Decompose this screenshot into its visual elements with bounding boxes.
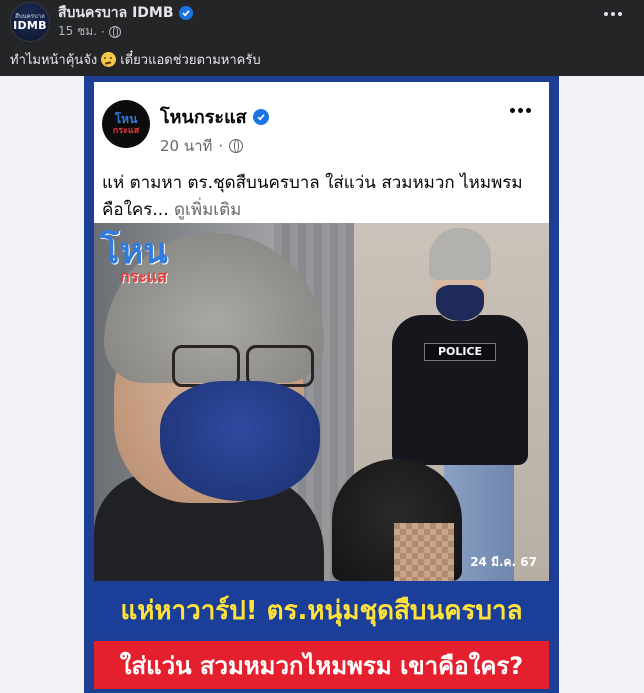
subheadline-banner: ใส่แว่น สวมหมวกไหมพรม เขาคือใคร? <box>94 641 549 689</box>
more-options-button[interactable] <box>600 8 626 20</box>
avatar-text-main: IDMB <box>13 18 47 32</box>
globe-icon <box>108 25 121 38</box>
shared-more-options-icon <box>506 104 535 117</box>
photo-date: 24 มี.ค. 67 <box>470 555 537 569</box>
subheadline-text: ใส่แว่น สวมหมวกไหมพรม เขาคือใคร? <box>119 651 524 680</box>
verified-badge-icon <box>178 6 193 20</box>
page-name[interactable]: สืบนครบาล IDMB <box>58 2 174 24</box>
shared-post-time: 20 นาที <box>160 137 213 155</box>
dot-icon <box>518 108 523 113</box>
photo-logo-line2: กระแส <box>120 267 167 286</box>
police-patch: POLICE <box>424 343 496 361</box>
glasses <box>164 345 314 387</box>
page-avatar[interactable]: สืบนครบาล IDMB <box>10 2 50 42</box>
see-more-link: ดูเพิ่มเติม <box>174 200 242 220</box>
shared-page-name: โหนกระแส <box>160 107 247 128</box>
headline-text: แห่หาวาร์ป! ตร.หนุ่มชุดสืบนครบาล <box>120 596 523 626</box>
post-caption: ทำไมหน้าคุ้นจัง เดี๋ยวแอดช่วยตามหาครับ <box>10 49 261 70</box>
pixelated-face <box>394 523 454 581</box>
post-meta: 15 ชม. · <box>58 22 121 41</box>
photo-logo-line1: โหน <box>100 231 168 272</box>
page-name-row: สืบนครบาล IDMB <box>58 2 193 24</box>
verified-badge-icon <box>252 108 269 125</box>
caption-text-after: เดี๋ยวแอดช่วยตามหาครับ <box>120 53 261 68</box>
caption-text: ทำไมหน้าคุ้นจัง <box>10 53 98 68</box>
headline-banner: แห่หาวาร์ป! ตร.หนุ่มชุดสืบนครบาล <box>84 582 559 639</box>
shared-post-meta: 20 นาที · <box>160 134 244 158</box>
dot-icon <box>510 108 515 113</box>
photo-watermark-logo: โหน กระแส <box>100 231 168 286</box>
news-photo: POLICE โหน กระแส 24 มี.ค. 67 <box>94 223 549 581</box>
dot-icon <box>611 12 615 16</box>
shared-page-avatar: โหน กระแส <box>102 100 150 148</box>
post-header: สืบนครบาล IDMB สืบนครบาล IDMB 15 ชม. · ท… <box>0 0 644 74</box>
thinking-face-icon <box>101 52 117 67</box>
dot-icon <box>526 108 531 113</box>
shared-post-text: แห่ ตามหา ตร.ชุดสืบนครบาล ใส่แว่น สวมหมว… <box>102 170 542 224</box>
shared-avatar-line1: โหน <box>114 111 138 126</box>
post-image[interactable]: โหน กระแส โหนกระแส 20 นาที · แห่ ตามหา ต… <box>0 76 644 693</box>
face-mask <box>160 381 320 501</box>
shared-avatar-line2: กระแส <box>112 125 140 136</box>
globe-icon <box>229 139 244 153</box>
shared-text-body: แห่ ตามหา ตร.ชุดสืบนครบาล ใส่แว่น สวมหมว… <box>102 173 523 220</box>
dot-icon <box>618 12 622 16</box>
post-time[interactable]: 15 ชม. <box>58 22 97 41</box>
dot-icon <box>604 12 608 16</box>
shared-name-row: โหนกระแส <box>160 102 269 131</box>
